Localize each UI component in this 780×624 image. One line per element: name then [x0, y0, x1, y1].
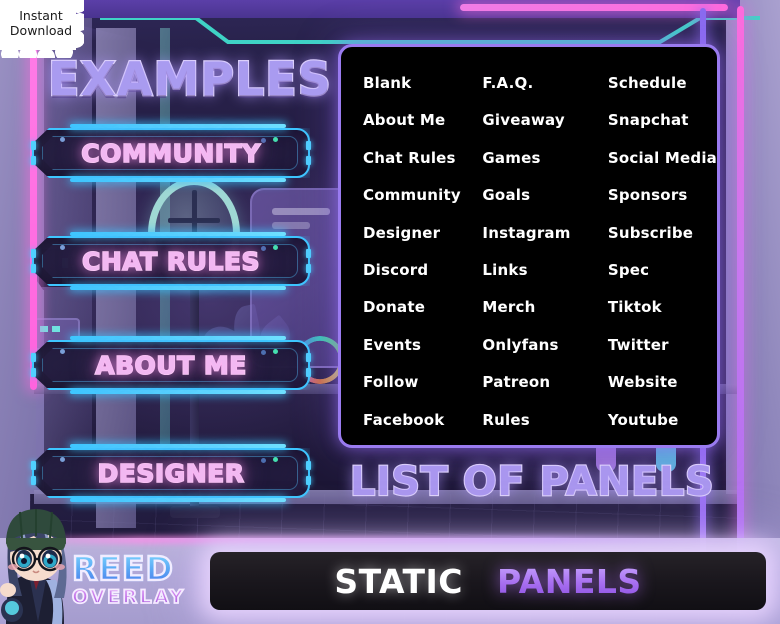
static-word: STATIC	[334, 561, 464, 601]
instant-download-badge: Instant Download	[0, 0, 84, 58]
panel-list-column-3: Schedule Snapchat Social Media Sponsors …	[594, 65, 717, 439]
list-item[interactable]: Instagram	[478, 215, 593, 252]
example-button-label: ABOUT ME	[94, 350, 247, 381]
list-item[interactable]: Schedule	[594, 65, 717, 102]
logo-line-overlay: OVERLAY	[71, 585, 202, 609]
panel-list-column-1: Blank About Me Chat Rules Community Desi…	[363, 65, 478, 439]
list-item[interactable]: Onlyfans	[478, 327, 593, 364]
list-item[interactable]: Snapchat	[594, 102, 717, 139]
list-item[interactable]: Giveaway	[478, 102, 593, 139]
list-item[interactable]: Links	[478, 252, 593, 289]
list-item[interactable]: About Me	[363, 102, 478, 139]
avatar	[0, 509, 67, 624]
mic-base	[170, 506, 220, 518]
example-button-chat-rules[interactable]: CHAT RULES	[31, 232, 311, 290]
list-item[interactable]: Donate	[363, 289, 478, 326]
list-item[interactable]: Goals	[478, 177, 593, 214]
button-neon-bar-bottom	[70, 286, 286, 290]
list-of-panels-heading: LIST OF PANELS	[349, 458, 715, 506]
mic-cross-horizontal	[168, 218, 220, 223]
device-led	[40, 326, 48, 332]
list-item[interactable]: Chat Rules	[363, 140, 478, 177]
list-item[interactable]: Rules	[478, 402, 593, 439]
list-item[interactable]: Website	[594, 364, 717, 401]
list-item[interactable]: Subscribe	[594, 215, 717, 252]
button-neon-bar-bottom	[70, 178, 286, 182]
neon-strip-top	[460, 4, 728, 11]
example-button-designer[interactable]: DESIGNER	[31, 444, 311, 502]
list-item[interactable]: Facebook	[363, 402, 478, 439]
list-item[interactable]: Patreon	[478, 364, 593, 401]
device-led	[52, 326, 60, 332]
brand-logo: REED OVERLAY	[71, 550, 202, 614]
list-item[interactable]: Social Media	[594, 140, 717, 177]
static-panels-bar: STATIC PANELS	[210, 552, 766, 610]
list-item[interactable]: Blank	[363, 65, 478, 102]
panels-word: PANELS	[497, 561, 642, 601]
list-item[interactable]: Community	[363, 177, 478, 214]
button-neon-bar-bottom	[70, 498, 286, 502]
list-item[interactable]: Events	[363, 327, 478, 364]
list-item[interactable]: Merch	[478, 289, 593, 326]
neon-strip-right	[737, 6, 744, 606]
neon-strip-left	[30, 0, 37, 390]
list-item[interactable]: Games	[478, 140, 593, 177]
button-neon-bar-bottom	[70, 390, 286, 394]
list-item[interactable]: Youtube	[594, 402, 717, 439]
list-item[interactable]: Twitter	[594, 327, 717, 364]
examples-heading: EXAMPLES	[47, 51, 332, 107]
instant-download-label: Instant Download	[9, 8, 73, 38]
list-item[interactable]: F.A.Q.	[478, 65, 593, 102]
list-item[interactable]: Follow	[363, 364, 478, 401]
example-button-community[interactable]: COMMUNITY	[31, 124, 311, 182]
list-item[interactable]: Sponsors	[594, 177, 717, 214]
bottom-strip-glow	[0, 536, 780, 544]
example-button-label: COMMUNITY	[80, 138, 261, 169]
list-item[interactable]: Discord	[363, 252, 478, 289]
logo-line-reed: REED	[71, 550, 202, 586]
example-button-label: DESIGNER	[97, 458, 245, 489]
panel-list-box: Blank About Me Chat Rules Community Desi…	[338, 44, 720, 448]
panel-list-column-2: F.A.Q. Giveaway Games Goals Instagram Li…	[478, 65, 593, 439]
list-item[interactable]: Tiktok	[594, 289, 717, 326]
promo-graphic: Instant Download EXAMPLES COMMUNITY CHAT…	[0, 0, 780, 624]
list-item[interactable]: Designer	[363, 215, 478, 252]
screen-bar	[272, 208, 330, 215]
list-item[interactable]: Spec	[594, 252, 717, 289]
example-button-label: CHAT RULES	[81, 246, 260, 277]
screen-bar	[272, 222, 310, 229]
example-button-about-me[interactable]: ABOUT ME	[31, 336, 311, 394]
